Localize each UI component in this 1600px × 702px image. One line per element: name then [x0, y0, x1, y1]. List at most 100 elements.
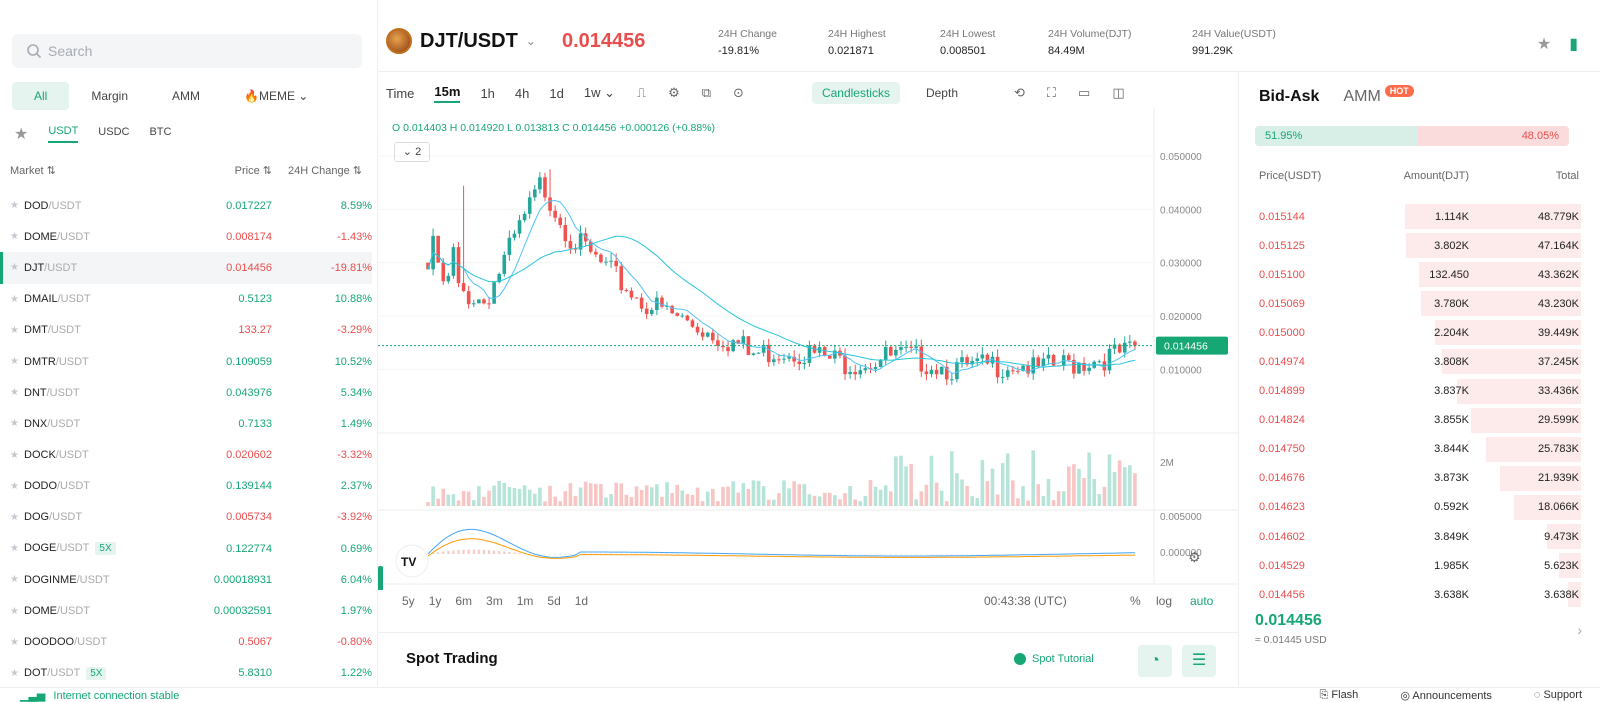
favorite-star-icon[interactable]: ★ — [10, 418, 24, 429]
favorite-star-icon[interactable]: ★ — [10, 481, 24, 492]
column-price[interactable]: Price ⇅ — [180, 164, 272, 177]
favorite-star-icon[interactable]: ★ — [10, 231, 24, 242]
range-1d[interactable]: 1d — [575, 594, 588, 608]
support-link[interactable]: ◌ Support — [1534, 689, 1582, 702]
favorites-star-icon[interactable]: ★ — [14, 124, 28, 144]
market-row[interactable]: ★ DOODOO/USDT 0.5067 -0.80% — [0, 627, 372, 658]
tab-meme[interactable]: 🔥MEME ⌄ — [222, 82, 330, 110]
search-input[interactable]: Search — [12, 34, 362, 68]
ask-row[interactable]: 0.014824 3.855K 29.599K — [1239, 406, 1600, 435]
favorite-star-icon[interactable]: ★ — [10, 200, 24, 211]
camera-icon[interactable]: ◫ — [1112, 85, 1124, 101]
scale-auto[interactable]: auto — [1190, 594, 1213, 608]
ask-row[interactable]: 0.014529 1.985K 5.623K — [1239, 551, 1600, 580]
column-market[interactable]: Market ⇅ — [10, 164, 180, 177]
market-row[interactable]: ★ DOME/USDT 0.008174 -1.43% — [0, 221, 372, 252]
favorite-star-icon[interactable]: ★ — [10, 387, 24, 398]
ask-row[interactable]: 0.014899 3.837K 33.436K — [1239, 377, 1600, 406]
favorite-star-icon[interactable]: ★ — [10, 512, 24, 523]
reset-icon[interactable]: ⟲ — [1014, 85, 1025, 101]
favorite-star-icon[interactable]: ★ — [10, 574, 24, 585]
star-icon[interactable]: ★ — [1537, 34, 1551, 54]
tab-amm[interactable]: AMM — [150, 82, 222, 110]
tab-btc[interactable]: BTC — [149, 126, 171, 142]
tab-usdt[interactable]: USDT — [48, 125, 79, 143]
tf-1d[interactable]: 1d — [549, 86, 563, 101]
range-1m[interactable]: 1m — [517, 594, 534, 608]
view-candlesticks[interactable]: Candlesticks — [811, 82, 900, 104]
chevron-right-icon[interactable]: › — [1577, 622, 1582, 638]
ask-row[interactable]: 0.015125 3.802K 47.164K — [1239, 231, 1600, 260]
market-row[interactable]: ★ DOG/USDT 0.005734 -3.92% — [0, 502, 372, 533]
collapse-handle[interactable] — [378, 566, 383, 590]
tf-time[interactable]: Time — [386, 86, 414, 101]
ask-row[interactable]: 0.014750 3.844K 25.783K — [1239, 435, 1600, 464]
view-depth[interactable]: Depth — [916, 82, 968, 104]
range-5d[interactable]: 5d — [547, 594, 560, 608]
ask-row[interactable]: 0.014456 3.638K 3.638K — [1239, 580, 1600, 609]
market-row[interactable]: ★ DMTR/USDT 0.109059 10.52% — [0, 346, 372, 377]
market-row[interactable]: ★ DOGE/USDT 5X 0.122774 0.69% — [0, 533, 372, 564]
column-change[interactable]: 24H Change ⇅ — [272, 164, 362, 177]
ask-row[interactable]: 0.015100 132.450 43.362K — [1239, 260, 1600, 289]
tab-usdc[interactable]: USDC — [98, 126, 129, 142]
favorite-star-icon[interactable]: ★ — [10, 450, 24, 461]
ask-row[interactable]: 0.015144 1.114K 48.779K — [1239, 202, 1600, 231]
price-chart[interactable]: 0.050000 0.040000 0.030000 0.020000 0.010000… — [378, 108, 1238, 590]
market-row[interactable]: ★ DJT/USDT 0.014456 -19.81% — [0, 252, 372, 284]
market-row[interactable]: ★ DOGINME/USDT 0.00018931 6.04% — [0, 564, 372, 595]
layout-icon[interactable]: ▭ — [1078, 85, 1090, 101]
favorite-star-icon[interactable]: ★ — [10, 325, 24, 336]
spot-tutorial-link[interactable]: Spot Tutorial — [1014, 653, 1094, 665]
tf-15m[interactable]: 15m — [434, 84, 461, 103]
market-row[interactable]: ★ DNX/USDT 0.7133 1.49% — [0, 408, 372, 439]
tab-margin[interactable]: Margin — [69, 82, 150, 110]
settings-icon[interactable]: ⚙ — [668, 85, 680, 101]
history-icon[interactable]: ◔ — [1138, 645, 1172, 677]
flash-link[interactable]: ⎘ Flash — [1320, 689, 1359, 702]
scale-percent[interactable]: % — [1130, 594, 1141, 608]
favorite-star-icon[interactable]: ★ — [10, 668, 24, 679]
favorite-star-icon[interactable]: ★ — [10, 543, 24, 554]
range-5y[interactable]: 5y — [402, 594, 415, 608]
drawing-icon[interactable]: ⊙ — [733, 85, 744, 101]
bookmark-icon[interactable]: ▮ — [1569, 34, 1578, 54]
range-3m[interactable]: 3m — [486, 594, 503, 608]
orders-icon[interactable]: ☰ — [1182, 645, 1216, 677]
market-row[interactable]: ★ DOD/USDT 0.017227 8.59% — [0, 190, 372, 221]
chart-settings-icon[interactable]: ⚙ — [1188, 550, 1201, 566]
market-row[interactable]: ★ DOME/USDT 0.00032591 1.97% — [0, 595, 372, 626]
tf-4h[interactable]: 4h — [515, 86, 529, 101]
tab-bid-ask[interactable]: Bid-Ask — [1259, 88, 1319, 106]
announcements-link[interactable]: ◎ Announcements — [1400, 689, 1492, 702]
favorite-star-icon[interactable]: ★ — [10, 262, 24, 273]
pair-selector[interactable]: DJT/USDT ⌄ — [386, 28, 536, 54]
tab-all[interactable]: All — [12, 82, 70, 110]
market-row[interactable]: ★ DODO/USDT 0.139144 2.37% — [0, 471, 372, 502]
indicators-icon[interactable]: ⧉ — [702, 85, 711, 101]
ask-row[interactable]: 0.014602 3.849K 9.473K — [1239, 522, 1600, 551]
ask-row[interactable]: 0.014974 3.808K 37.245K — [1239, 347, 1600, 376]
favorite-star-icon[interactable]: ★ — [10, 606, 24, 617]
ask-row[interactable]: 0.014676 3.873K 21.939K — [1239, 464, 1600, 493]
ask-row[interactable]: 0.015069 3.780K 43.230K — [1239, 289, 1600, 318]
market-row[interactable]: ★ DNT/USDT 0.043976 5.34% — [0, 377, 372, 408]
ask-row[interactable]: 0.015000 2.204K 39.449K — [1239, 318, 1600, 347]
tf-1w[interactable]: 1w ⌄ — [584, 85, 615, 101]
favorite-star-icon[interactable]: ★ — [10, 294, 24, 305]
range-6m[interactable]: 6m — [455, 594, 472, 608]
market-row[interactable]: ★ DMT/USDT 133.27 -3.29% — [0, 315, 372, 346]
tf-1h[interactable]: 1h — [480, 86, 494, 101]
scale-log[interactable]: log — [1156, 594, 1172, 608]
market-row[interactable]: ★ DOT/USDT 5X 5.8310 1.22% — [0, 658, 372, 689]
tab-amm-book[interactable]: AMM — [1343, 88, 1380, 106]
market-row[interactable]: ★ DMAIL/USDT 0.5123 10.88% — [0, 284, 372, 315]
market-row[interactable]: ★ DOCK/USDT 0.020602 -3.32% — [0, 440, 372, 471]
ask-row[interactable]: 0.014623 0.592K 18.066K — [1239, 493, 1600, 522]
favorite-star-icon[interactable]: ★ — [10, 637, 24, 648]
indicator-toggle[interactable]: ⌄ 2 — [394, 142, 430, 162]
fullscreen-icon[interactable]: ⛶ — [1047, 85, 1056, 101]
range-1y[interactable]: 1y — [429, 594, 442, 608]
favorite-star-icon[interactable]: ★ — [10, 356, 24, 367]
chart-type-icon[interactable]: ⎍ — [637, 85, 646, 101]
